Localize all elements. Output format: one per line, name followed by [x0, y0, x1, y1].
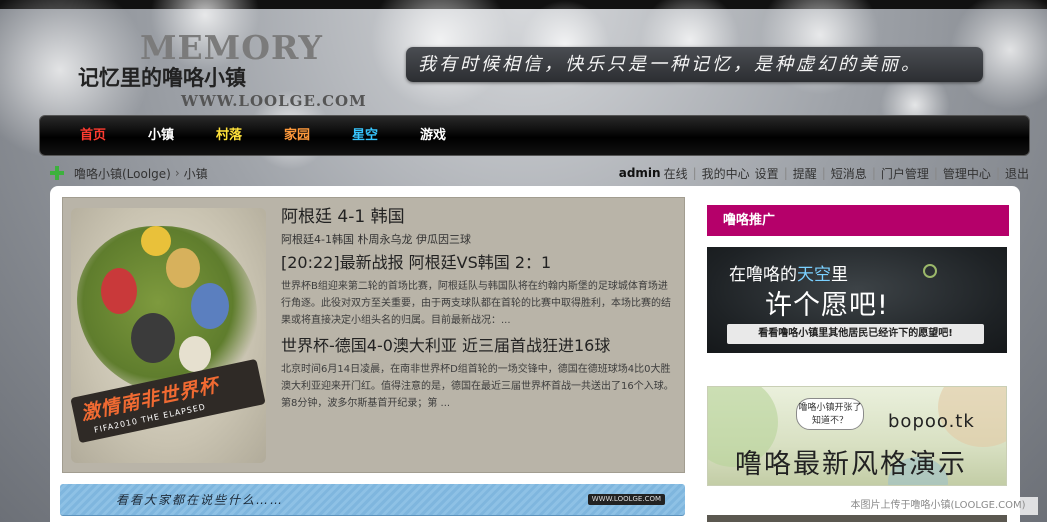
portal-admin-link[interactable]: 门户管理 [881, 165, 929, 182]
nav-home-garden[interactable]: 家园 [284, 116, 310, 155]
style-demo-ad-banner[interactable]: 噜咯小镇开张了 知道不？ bopoo.tk 噜咯最新风格演示 [707, 386, 1007, 486]
style-demo-title: 噜咯最新风格演示 [735, 449, 967, 480]
main-nav: 首页 小镇 村落 家园 星空 游戏 [39, 115, 1030, 156]
wish-ad-line2: 许个愿吧! [765, 290, 889, 321]
promo-heading: 噜咯推广 [707, 205, 1009, 236]
article-title[interactable]: [20:22]最新战报 阿根廷VS韩国 2：1 [281, 252, 676, 274]
breadcrumb: 噜咯小镇(Loolge) › 小镇 [50, 165, 208, 181]
article-title[interactable]: 世界杯-德国4-0澳大利亚 近三届首战狂进16球 [281, 335, 676, 357]
speech-bubble: 噜咯小镇开张了 知道不？ [796, 398, 864, 430]
upload-credit: 本图片上传于噜咯小镇(LOOLGE.COM) [838, 497, 1038, 515]
online-status: 在线 [663, 166, 688, 181]
chat-banner-watermark: WWW.LOOLGE.COM [587, 494, 665, 505]
username[interactable]: admin [619, 166, 661, 180]
feature-tags[interactable]: 阿根廷4-1韩国 朴周永乌龙 伊瓜因三球 [281, 231, 676, 247]
header-slogan: 我有时候相信，快乐只是一种记忆，是种虚幻的美丽。 [406, 47, 983, 82]
chat-banner-label: 看看大家都在说些什么…… [116, 493, 285, 507]
logo-url: WWW.LOOLGE.COM [181, 92, 367, 110]
main-content: 激情南非世界杯 FIFA2010 THE ELAPSED 阿根廷 4-1 韩国 … [50, 186, 1020, 522]
worldcup-feature-image[interactable]: 激情南非世界杯 FIFA2010 THE ELAPSED [71, 208, 266, 463]
wish-ad-button[interactable]: 看看噜咯小镇里其他居民已经许下的愿望吧! [727, 324, 984, 344]
nav-village[interactable]: 村落 [216, 116, 242, 155]
chat-banner[interactable]: 看看大家都在说些什么…… WWW.LOOLGE.COM [60, 484, 685, 516]
settings-link[interactable]: 设置 [755, 165, 779, 182]
plus-icon[interactable] [50, 166, 64, 180]
article-summary: 世界杯B组迎来第二轮的首场比赛，阿根廷队与韩国队将在约翰内斯堡的足球城体育场进行… [281, 281, 671, 326]
breadcrumb-separator: › [174, 166, 180, 180]
messages-link[interactable]: 短消息 [831, 165, 867, 182]
admin-center-link[interactable]: 管理中心 [943, 165, 991, 182]
nav-town[interactable]: 小镇 [148, 116, 174, 155]
breadcrumb-current[interactable]: 小镇 [184, 165, 208, 182]
wish-ad-banner[interactable]: 在噜咯的天空里 许个愿吧! 看看噜咯小镇里其他居民已经许下的愿望吧! [707, 247, 1007, 353]
feature-headline[interactable]: 阿根廷 4-1 韩国 [281, 206, 676, 228]
article-list: 阿根廷 4-1 韩国 阿根廷4-1韩国 朴周永乌龙 伊瓜因三球 [20:22]最… [281, 206, 676, 412]
article-summary: 北京时间6月14日凌晨，在南非世界杯D组首轮的一场交锋中，德国在德班球场4比0大… [281, 364, 674, 409]
nav-games[interactable]: 游戏 [420, 116, 446, 155]
user-toolbar: admin 在线 | 我的中心 设置 | 提醒 | 短消息 | 门户管理 | 管… [618, 165, 1029, 182]
my-center-link[interactable]: 我的中心 [702, 165, 750, 182]
style-demo-site: bopoo.tk [888, 411, 975, 432]
feature-panel: 激情南非世界杯 FIFA2010 THE ELAPSED 阿根廷 4-1 韩国 … [62, 197, 685, 473]
logout-link[interactable]: 退出 [1005, 165, 1029, 182]
logo-title: 记忆里的噜咯小镇 [78, 66, 246, 90]
planet-icon [923, 264, 937, 278]
nav-home[interactable]: 首页 [80, 116, 106, 155]
remind-link[interactable]: 提醒 [793, 165, 817, 182]
nav-starry-sky[interactable]: 星空 [352, 116, 378, 155]
breadcrumb-home[interactable]: 噜咯小镇(Loolge) [74, 165, 171, 182]
third-ad-banner[interactable] [707, 515, 1007, 522]
wish-ad-line1: 在噜咯的天空里 [729, 265, 848, 285]
site-logo[interactable]: MEMORY 记忆里的噜咯小镇 WWW.LOOLGE.COM [78, 26, 398, 116]
